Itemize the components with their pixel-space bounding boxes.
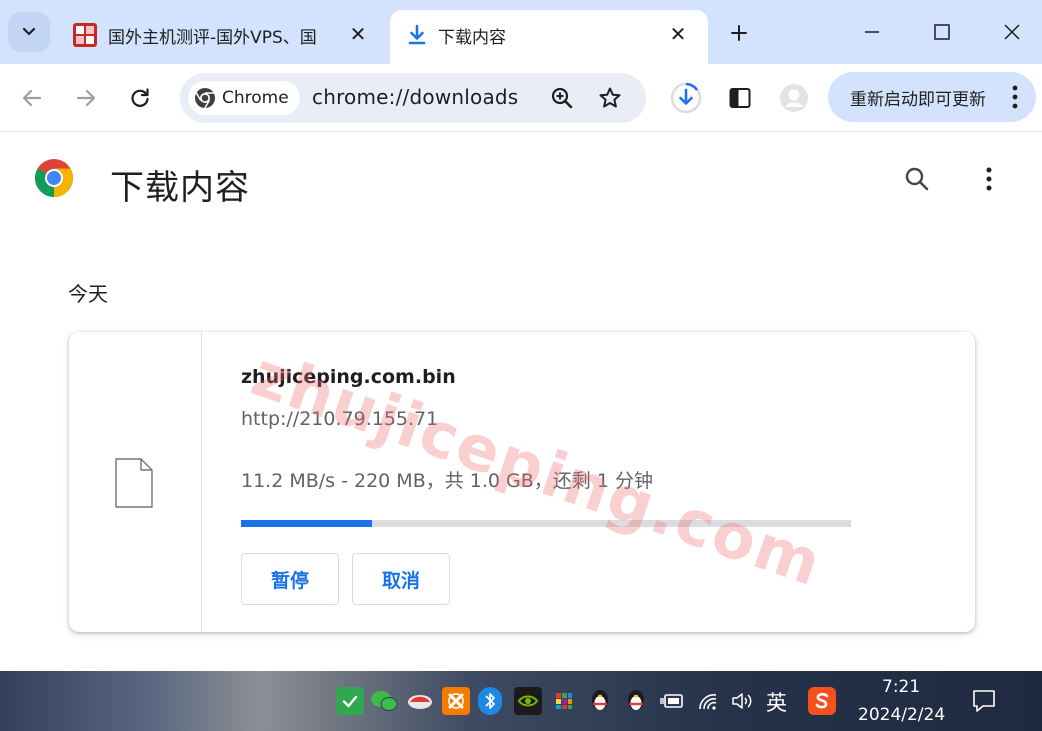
tab-close-icon[interactable]: ✕: [346, 22, 370, 46]
back-button[interactable]: [14, 80, 50, 116]
new-tab-button[interactable]: [724, 18, 754, 48]
zoom-button[interactable]: [544, 80, 580, 116]
avatar-icon: [780, 84, 808, 112]
relaunch-update-button[interactable]: 重新启动即可更新: [828, 72, 1036, 122]
download-item: zhujiceping.com.bin http://210.79.155.71…: [69, 332, 975, 632]
more-vertical-icon: [1012, 85, 1018, 109]
arrow-left-icon: [22, 89, 42, 107]
tab-downloads[interactable]: 下载内容 ✕: [390, 10, 708, 64]
cancel-button[interactable]: 取消: [352, 553, 450, 605]
forward-button[interactable]: [68, 80, 104, 116]
taskbar: 英 7:21 2024/2/24: [0, 671, 1042, 731]
wifi-icon[interactable]: [694, 687, 722, 715]
wifi-signal-icon: [699, 694, 717, 710]
chrome-logo-icon: [195, 88, 215, 109]
pixel-grid-icon: [556, 693, 572, 709]
qq-icon[interactable]: [622, 687, 650, 715]
qq-icon[interactable]: [586, 687, 614, 715]
star-icon: [599, 87, 621, 108]
page-title: 下载内容: [110, 168, 250, 208]
reload-button[interactable]: [122, 80, 158, 116]
side-panel-button[interactable]: [722, 80, 758, 116]
download-progress-bar: [241, 520, 851, 527]
address-bar[interactable]: Chrome chrome://downloads: [180, 73, 646, 123]
pause-button[interactable]: 暂停: [241, 553, 339, 605]
maximize-button[interactable]: [922, 16, 962, 48]
plus-icon: [731, 25, 747, 41]
nvidia-eye-icon: [517, 695, 539, 707]
download-icon-panel: [69, 332, 202, 632]
bluetooth-icon[interactable]: [478, 687, 502, 715]
file-icon: [115, 458, 153, 508]
close-icon: [1004, 24, 1020, 40]
penguin-icon: [592, 690, 608, 710]
url-text[interactable]: chrome://downloads: [312, 85, 518, 109]
bluetooth-symbol-icon: [485, 693, 495, 709]
penguin-icon: [628, 690, 644, 710]
sogou-ime-icon[interactable]: [808, 687, 836, 715]
xampp-logo-icon: [448, 693, 464, 709]
chrome-logo-icon: [35, 159, 74, 198]
tab-strip: 国外主机测评-国外VPS、国 ✕ 下载内容 ✕: [0, 0, 1042, 64]
tab-search-button[interactable]: [8, 12, 50, 52]
tab-title: 下载内容: [438, 28, 506, 48]
update-label: 重新启动即可更新: [850, 89, 986, 110]
ime-indicator[interactable]: 英: [766, 687, 787, 717]
speaker-icon: [732, 693, 752, 709]
sogou-s-icon: [815, 692, 829, 709]
battery-plug-icon: [660, 694, 683, 708]
search-downloads-button[interactable]: [900, 162, 934, 196]
mouse-app-icon[interactable]: [406, 687, 434, 715]
download-progress-fill: [241, 520, 373, 527]
mouse-icon: [408, 695, 432, 709]
security-check-icon[interactable]: [336, 687, 364, 715]
toolbar: Chrome chrome://downloads 重新启动即可更新: [0, 64, 1042, 132]
download-source-url[interactable]: http://210.79.155.71: [241, 408, 438, 430]
bookmark-button[interactable]: [592, 80, 628, 116]
reload-icon: [131, 88, 149, 107]
download-icon: [408, 24, 426, 45]
date-group-label: 今天: [68, 282, 108, 306]
clock-date[interactable]: 2024/2/24: [858, 705, 945, 725]
arrow-right-icon: [76, 89, 96, 107]
chevron-down-icon: [22, 27, 36, 36]
site-favicon-icon: [73, 23, 97, 47]
nvidia-icon[interactable]: [514, 687, 542, 715]
side-panel-icon: [729, 88, 751, 108]
wechat-icon[interactable]: [370, 687, 398, 715]
close-window-button[interactable]: [992, 16, 1032, 48]
notification-button[interactable]: [968, 685, 1000, 717]
download-filename[interactable]: zhujiceping.com.bin: [241, 366, 456, 388]
notification-icon: [973, 690, 995, 712]
tab-close-icon[interactable]: ✕: [666, 22, 690, 46]
minimize-icon: [865, 31, 879, 33]
chrome-page-chip[interactable]: Chrome: [188, 81, 300, 115]
xampp-icon[interactable]: [442, 687, 470, 715]
color-app-icon[interactable]: [550, 687, 578, 715]
volume-icon[interactable]: [728, 687, 756, 715]
downloads-button[interactable]: [668, 80, 704, 116]
maximize-icon: [934, 24, 950, 40]
tab-zhujiceping[interactable]: 国外主机测评-国外VPS、国 ✕: [58, 10, 388, 64]
zoom-in-icon: [551, 87, 573, 109]
tab-title: 国外主机测评-国外VPS、国: [108, 28, 317, 48]
page-menu-button[interactable]: [974, 162, 1004, 196]
chat-bubbles-icon: [371, 691, 398, 711]
minimize-button[interactable]: [852, 16, 892, 48]
checkmark-icon: [342, 695, 358, 708]
more-vertical-icon: [986, 167, 992, 191]
clock-time[interactable]: 7:21: [882, 677, 920, 697]
download-progress-icon: [670, 82, 702, 114]
battery-icon[interactable]: [658, 687, 686, 715]
download-status: 11.2 MB/s - 220 MB，共 1.0 GB，还剩 1 分钟: [241, 470, 653, 492]
search-icon: [905, 167, 929, 191]
profile-button[interactable]: [776, 80, 812, 116]
chip-label: Chrome: [222, 88, 289, 108]
